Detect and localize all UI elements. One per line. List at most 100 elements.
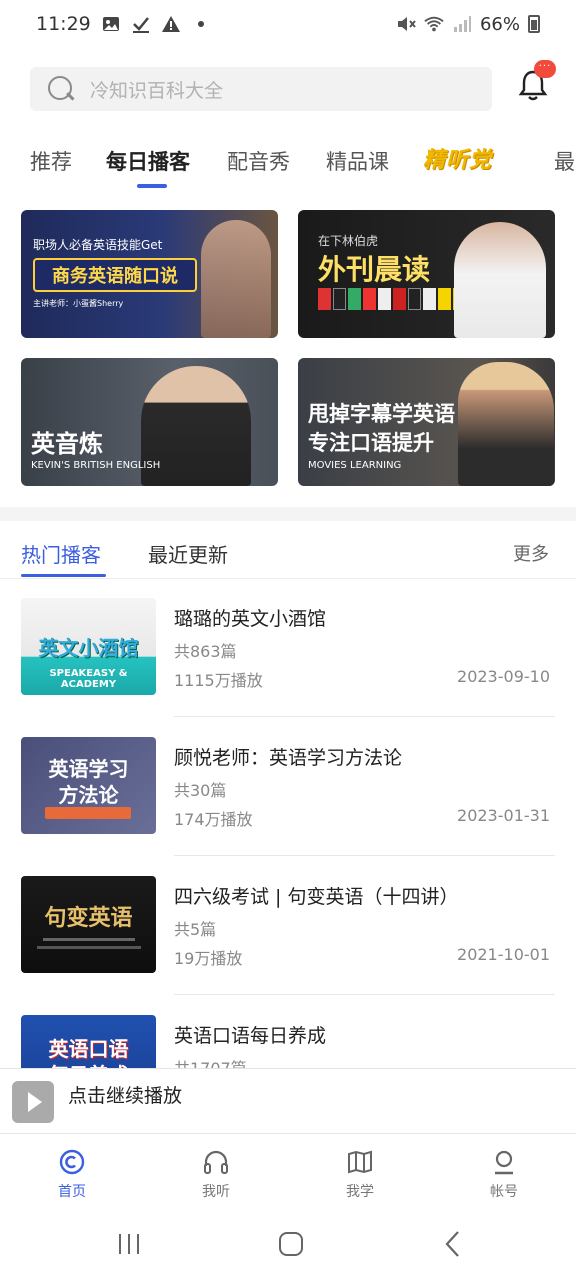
list-item[interactable]: 英文小酒馆 SPEAKEASY & ACADEMY 璐璐的英文小酒馆 共863篇…	[0, 578, 576, 717]
back-icon[interactable]	[438, 1229, 468, 1259]
tab-recent-updates[interactable]: 最近更新	[148, 539, 228, 568]
nav-home[interactable]: 首页	[0, 1135, 144, 1209]
banner-title-line2: 专注口语提升	[308, 431, 434, 455]
banner-title: 外刊晨读	[318, 253, 431, 286]
clock: 11:29	[36, 13, 91, 35]
nav-account[interactable]: 帐号	[432, 1135, 576, 1209]
search-input[interactable]: 冷知识百科大全	[30, 67, 492, 111]
podcast-cover: 英文小酒馆 SPEAKEASY & ACADEMY	[21, 598, 156, 695]
episode-count: 共863篇	[174, 642, 237, 661]
play-count: 174万播放	[174, 810, 253, 829]
continue-playing-label: 点击继续播放	[68, 1085, 183, 1107]
cover-line	[37, 946, 141, 949]
headphones-icon	[204, 1150, 228, 1174]
status-bar: 11:29 66%	[0, 0, 576, 48]
section-divider	[0, 507, 576, 521]
banner-business-english[interactable]: 职场人必备英语技能Get 商务英语随口说 主讲老师：小蛋酱Sherry	[21, 210, 278, 338]
cover-title: 英文小酒馆	[38, 636, 139, 660]
tab-intensive-listening[interactable]: 精听党	[423, 142, 492, 174]
tab-daily-podcast[interactable]: 每日播客	[106, 146, 190, 176]
image-icon	[101, 14, 121, 34]
update-date: 2023-01-31	[457, 806, 550, 825]
check-icon	[131, 14, 151, 34]
podcast-title: 四六级考试 | 句变英语（十四讲）	[174, 886, 459, 908]
play-icon[interactable]	[12, 1081, 54, 1123]
mute-icon	[396, 14, 416, 34]
active-tab-indicator	[137, 184, 167, 188]
cover-title: 句变英语	[44, 906, 133, 931]
wifi-icon	[424, 14, 444, 34]
battery-icon	[528, 15, 540, 33]
banner-person-image	[201, 220, 271, 338]
cover-line	[43, 938, 135, 941]
banner-subtitle: 在下林伯虎	[318, 234, 379, 248]
play-count: 1115万播放	[174, 671, 263, 690]
notification-badge: ···	[534, 60, 556, 78]
episode-count: 共30篇	[174, 781, 227, 800]
nav-label: 我学	[346, 1184, 374, 1200]
play-count: 19万播放	[174, 949, 243, 968]
status-right: 66%	[396, 14, 540, 35]
banner-british-english[interactable]: 英音炼 KEVIN'S BRITISH ENGLISH	[21, 358, 278, 486]
banner-movies-learning[interactable]: 甩掉字幕学英语 专注口语提升 MOVIES LEARNING	[298, 358, 555, 486]
dot-icon	[191, 14, 211, 34]
banner-subtitle: MOVIES LEARNING	[308, 460, 402, 471]
nav-label: 首页	[58, 1184, 86, 1200]
list-item[interactable]: 英语学习 方法论 顾悦老师：英语学习方法论 共30篇 174万播放 2023-0…	[0, 717, 576, 856]
banner-title: 商务英语随口说	[33, 258, 197, 292]
active-section-indicator	[21, 574, 106, 577]
podcast-cover: 句变英语	[21, 876, 156, 973]
warning-icon	[161, 14, 181, 34]
banner-foreign-press[interactable]: 在下林伯虎 外刊晨读	[298, 210, 555, 338]
home-button-icon[interactable]	[276, 1229, 306, 1259]
nav-listen[interactable]: 我听	[144, 1135, 288, 1209]
book-icon	[348, 1150, 372, 1174]
magazine-covers-image	[318, 288, 466, 310]
tab-latest[interactable]: 最	[554, 146, 575, 176]
status-left: 11:29	[36, 13, 211, 35]
nav-learn[interactable]: 我学	[288, 1135, 432, 1209]
battery-percent: 66%	[479, 13, 520, 35]
more-link[interactable]: 更多	[513, 540, 549, 566]
nav-label: 我听	[202, 1184, 230, 1200]
banner-title: 英音炼	[31, 430, 103, 458]
cover-bar	[45, 807, 131, 819]
tab-recommend[interactable]: 推荐	[30, 146, 72, 176]
cover-title-line2: 方法论	[58, 783, 119, 807]
update-date: 2021-10-01	[457, 945, 550, 964]
update-date: 2023-09-10	[457, 667, 550, 686]
tab-premium-course[interactable]: 精品课	[326, 146, 389, 176]
cover-subtitle: SPEAKEASY & ACADEMY	[49, 668, 128, 690]
banner-title-line1: 甩掉字幕学英语	[308, 402, 455, 426]
continue-playing-bar[interactable]: 点击继续播放	[0, 1068, 576, 1134]
search-placeholder: 冷知识百科大全	[90, 79, 224, 102]
banner-title: 甩掉字幕学英语 专注口语提升	[308, 400, 455, 458]
banner-tag: 职场人必备英语技能Get	[33, 238, 163, 252]
podcast-cover: 英语学习 方法论	[21, 737, 156, 834]
user-icon	[495, 1150, 513, 1175]
search-row: 冷知识百科大全 ···	[30, 60, 556, 112]
notification-button[interactable]: ···	[518, 60, 556, 104]
cover-title-line1: 英语口语	[48, 1037, 129, 1061]
episode-count: 共5篇	[174, 920, 217, 939]
tab-hot-podcasts[interactable]: 热门播客	[21, 539, 101, 568]
banner-person-image	[458, 362, 554, 486]
search-icon	[46, 74, 76, 104]
banner-person-image	[454, 222, 546, 338]
category-tabs: 推荐 每日播客 配音秀 精品课 精听党 最	[0, 140, 576, 188]
banner-subtitle: KEVIN'S BRITISH ENGLISH	[31, 460, 161, 471]
home-icon	[59, 1149, 85, 1175]
bottom-navigation: 首页 我听 我学 帐号	[0, 1135, 576, 1209]
nav-label: 帐号	[490, 1184, 518, 1200]
list-item[interactable]: 句变英语 四六级考试 | 句变英语（十四讲） 共5篇 19万播放 2021-10…	[0, 856, 576, 995]
tab-dubbing-show[interactable]: 配音秀	[227, 146, 290, 176]
system-navigation	[0, 1209, 576, 1280]
podcast-title: 顾悦老师：英语学习方法论	[174, 747, 403, 769]
banner-teacher: 主讲老师：小蛋酱Sherry	[33, 299, 124, 308]
recent-apps-icon[interactable]	[114, 1229, 144, 1259]
podcast-title: 英语口语每日养成	[174, 1025, 327, 1047]
podcast-title: 璐璐的英文小酒馆	[174, 608, 327, 630]
podcast-section-tabs: 热门播客 最近更新 更多	[0, 521, 576, 579]
signal-icon	[452, 14, 472, 34]
cover-title-line1: 英语学习	[48, 757, 129, 781]
